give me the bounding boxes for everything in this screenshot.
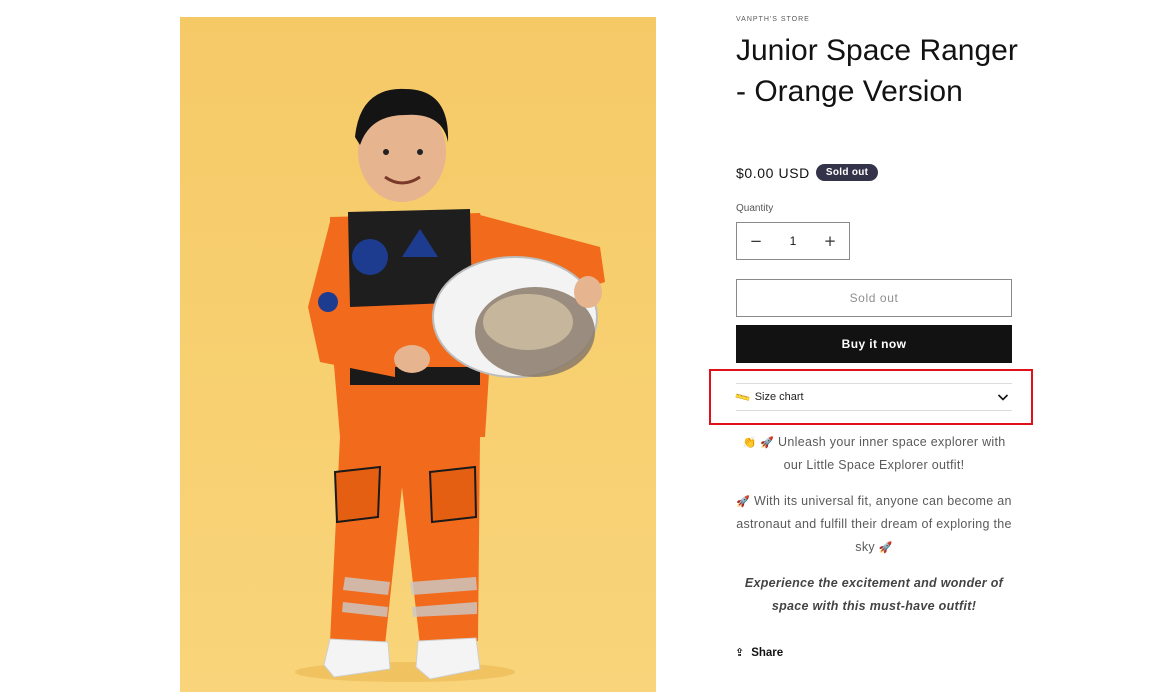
increase-quantity-button[interactable]: +: [811, 223, 849, 259]
description-paragraph-1: 👏 🚀 Unleash your inner space explorer wi…: [736, 431, 1012, 477]
product-title: Junior Space Ranger - Orange Version: [736, 34, 1018, 108]
sold-out-badge: Sold out: [815, 164, 879, 181]
description-paragraph-2: 🚀 With its universal fit, anyone can bec…: [736, 490, 1012, 559]
description-text-1: Unleash your inner space explorer with o…: [778, 435, 1006, 472]
ruler-icon: 📏: [733, 387, 753, 407]
clap-rocket-emoji: 👏 🚀: [742, 436, 775, 449]
decrease-quantity-button[interactable]: −: [737, 223, 775, 259]
description-text-2: With its universal fit, anyone can becom…: [736, 494, 1012, 554]
price-row: $0.00 USD Sold out: [736, 164, 879, 181]
chevron-down-icon[interactable]: [997, 391, 1009, 403]
quantity-stepper: − +: [736, 222, 850, 260]
rocket-emoji: 🚀: [736, 495, 751, 508]
share-icon: ⇪: [735, 646, 745, 659]
size-chart-label-group: 📏 Size chart: [733, 387, 804, 407]
vendor-label: VANPTH'S STORE: [736, 16, 810, 23]
buy-it-now-button[interactable]: Buy it now: [736, 325, 1012, 363]
quantity-label: Quantity: [736, 203, 774, 214]
product-image[interactable]: [180, 17, 656, 692]
share-button[interactable]: ⇪ Share: [735, 646, 783, 659]
share-label: Share: [751, 646, 784, 659]
rocket-emoji: 🚀: [878, 541, 893, 554]
size-chart-label: Size chart: [754, 391, 804, 403]
quantity-input[interactable]: [775, 234, 811, 248]
size-chart-toggle[interactable]: 📏 Size chart: [733, 383, 1012, 411]
astronaut-kid-photo: [295, 88, 605, 682]
product-price: $0.00 USD: [736, 164, 810, 181]
sold-out-button[interactable]: Sold out: [736, 279, 1012, 317]
description-paragraph-3: Experience the excitement and wonder of …: [744, 576, 1004, 613]
